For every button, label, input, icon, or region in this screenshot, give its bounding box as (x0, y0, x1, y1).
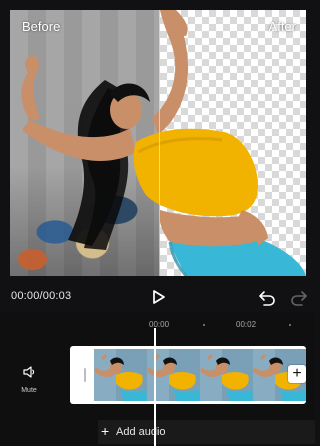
mute-label: Mute (21, 387, 37, 394)
ruler-label-2: 00:02 (236, 320, 257, 329)
plus-icon: + (101, 423, 110, 439)
play-icon[interactable] (148, 287, 168, 307)
speaker-icon (23, 366, 35, 378)
video-track[interactable] (70, 346, 306, 404)
time-display: 00:00/00:03 (11, 290, 72, 302)
timeline[interactable]: 00:00 00:02 Mute + + Add audio (0, 312, 315, 446)
add-audio-label: Add audio (116, 426, 166, 438)
before-after-divider[interactable] (159, 10, 160, 276)
undo-icon[interactable] (258, 288, 276, 306)
add-clip-button[interactable]: + (288, 365, 306, 383)
ruler-dot (289, 324, 291, 326)
ruler-dot (203, 324, 205, 326)
ruler-label-0: 00:00 (149, 320, 170, 329)
after-label: After (268, 19, 296, 34)
playhead[interactable] (154, 328, 156, 446)
thumbnail (94, 349, 147, 401)
mute-button[interactable]: Mute (14, 364, 44, 394)
plus-icon: + (292, 365, 302, 382)
time-ruler: 00:00 00:02 (0, 318, 315, 332)
playback-controls: 00:00/00:03 (0, 282, 315, 312)
dancer-subject (21, 10, 306, 276)
video-preview[interactable]: Before After (10, 10, 306, 276)
before-label: Before (22, 19, 61, 34)
redo-icon[interactable] (290, 288, 308, 306)
trim-handle[interactable] (84, 368, 86, 382)
add-audio-button[interactable]: + Add audio (98, 420, 315, 444)
thumbnail (200, 349, 253, 401)
clip-thumbnails[interactable] (94, 349, 306, 401)
